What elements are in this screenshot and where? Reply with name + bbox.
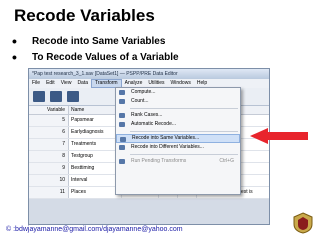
row-number: 6 [29,127,69,138]
bullet-list: • Recode into Same Variables • To Recode… [12,33,179,65]
menu-item-label: Run Pending Transforms [131,158,187,164]
header-variable: Variable [29,106,69,114]
menu-edit[interactable]: Edit [43,79,58,88]
row-number: 10 [29,175,69,186]
count-icon [119,99,125,104]
row-number: 11 [29,187,69,198]
row-number: 5 [29,115,69,126]
menu-item-recode-different-variables[interactable]: Recode into Different Variables... [116,143,240,152]
recode-icon [119,145,125,150]
rank-icon [119,113,125,118]
bullet-item: • Recode into Same Variables [12,33,179,49]
menu-item-label: Recode into Different Variables... [131,144,204,150]
open-icon[interactable] [33,91,45,102]
shortcut-label: Ctrl+G [219,158,234,164]
spss-data-editor-window: *Pap test research_3_1.sav [DataSet1] — … [28,68,270,225]
menu-item-count[interactable]: Count... [116,97,240,106]
row-number: 9 [29,163,69,174]
row-number: 7 [29,139,69,150]
menu-item-label: Count... [131,98,149,104]
menu-file[interactable]: File [29,79,43,88]
bullet-dot-icon: • [12,33,17,49]
recode-icon [120,137,126,142]
menu-separator [130,108,238,109]
bullet-text: To Recode Values of a Variable [32,51,179,63]
transform-dropdown-menu: Compute... Count... Rank Cases... Automa… [115,87,241,195]
row-number: 8 [29,151,69,162]
menu-separator [130,154,238,155]
bullet-text: Recode into Same Variables [32,35,166,47]
menu-item-compute[interactable]: Compute... [116,88,240,97]
menu-item-run-pending-transforms[interactable]: Run Pending Transforms Ctrl+G [116,157,240,166]
window-title: *Pap test research_3_1.sav [DataSet1] — … [29,69,269,79]
auto-recode-icon [119,122,125,127]
menu-item-rank-cases[interactable]: Rank Cases... [116,111,240,120]
menu-view[interactable]: View [58,79,75,88]
run-icon [119,159,125,164]
bullet-dot-icon: • [12,49,17,65]
menu-item-label: Recode into Same Variables... [132,135,200,141]
menu-item-label: Rank Cases... [131,112,163,118]
bullet-item: • To Recode Values of a Variable [12,49,179,65]
university-crest-icon [293,212,313,234]
menu-item-label: Automatic Recode... [131,121,177,127]
print-icon[interactable] [67,91,79,102]
menu-item-recode-same-variables[interactable]: Recode into Same Variables... [116,134,240,143]
menu-item-label: Compute... [131,89,156,95]
slide-title: Recode Variables [14,6,155,25]
menu-separator [130,131,238,132]
save-icon[interactable] [50,91,62,102]
menu-data[interactable]: Data [74,79,91,88]
calculator-icon [119,90,125,95]
menu-item-automatic-recode[interactable]: Automatic Recode... [116,120,240,129]
footer-contact: © :bdwjayamanne@gmail.com/djayamanne@yah… [6,226,183,233]
red-arrow-icon [250,128,308,144]
